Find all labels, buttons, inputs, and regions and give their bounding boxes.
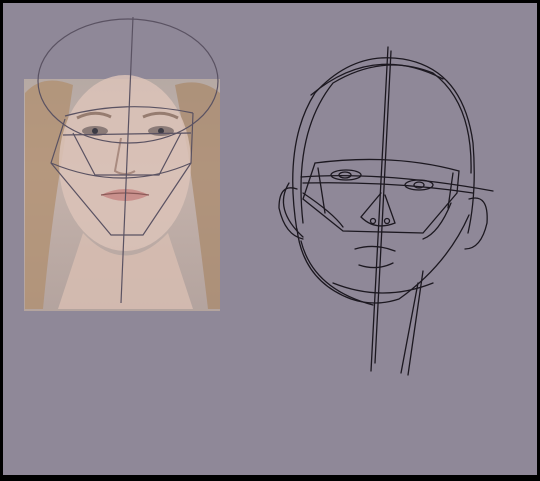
head-sketch	[278, 46, 494, 376]
drawing-canvas[interactable]	[0, 0, 540, 478]
sketch-layer	[25, 16, 494, 376]
